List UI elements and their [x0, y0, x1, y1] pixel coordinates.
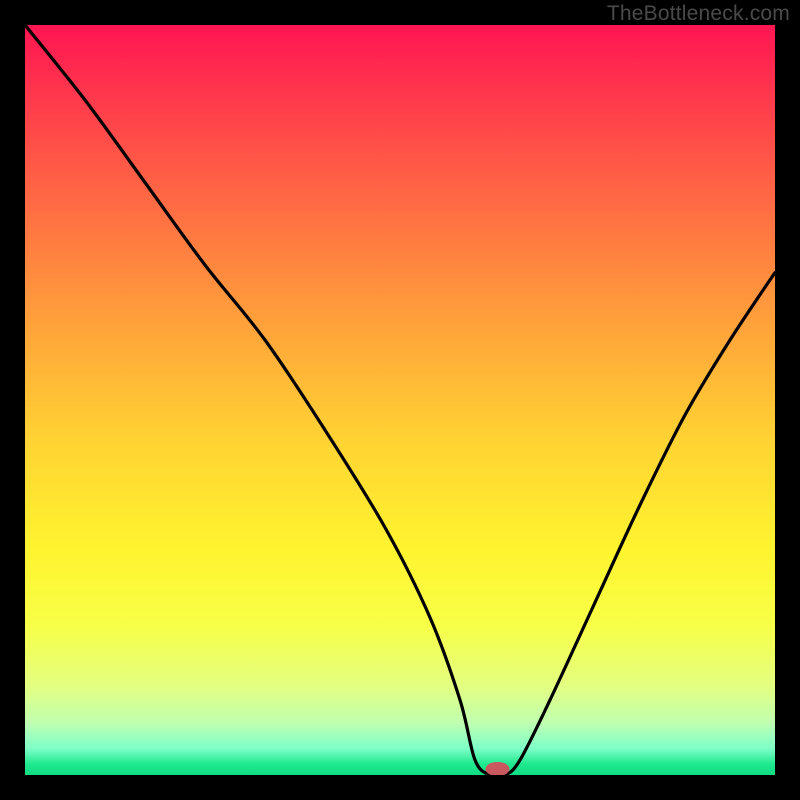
- watermark-text: TheBottleneck.com: [607, 2, 790, 26]
- chart-frame: TheBottleneck.com: [0, 0, 800, 800]
- plot-area: [25, 25, 775, 775]
- gradient-background: [25, 25, 775, 775]
- bottleneck-chart: [25, 25, 775, 775]
